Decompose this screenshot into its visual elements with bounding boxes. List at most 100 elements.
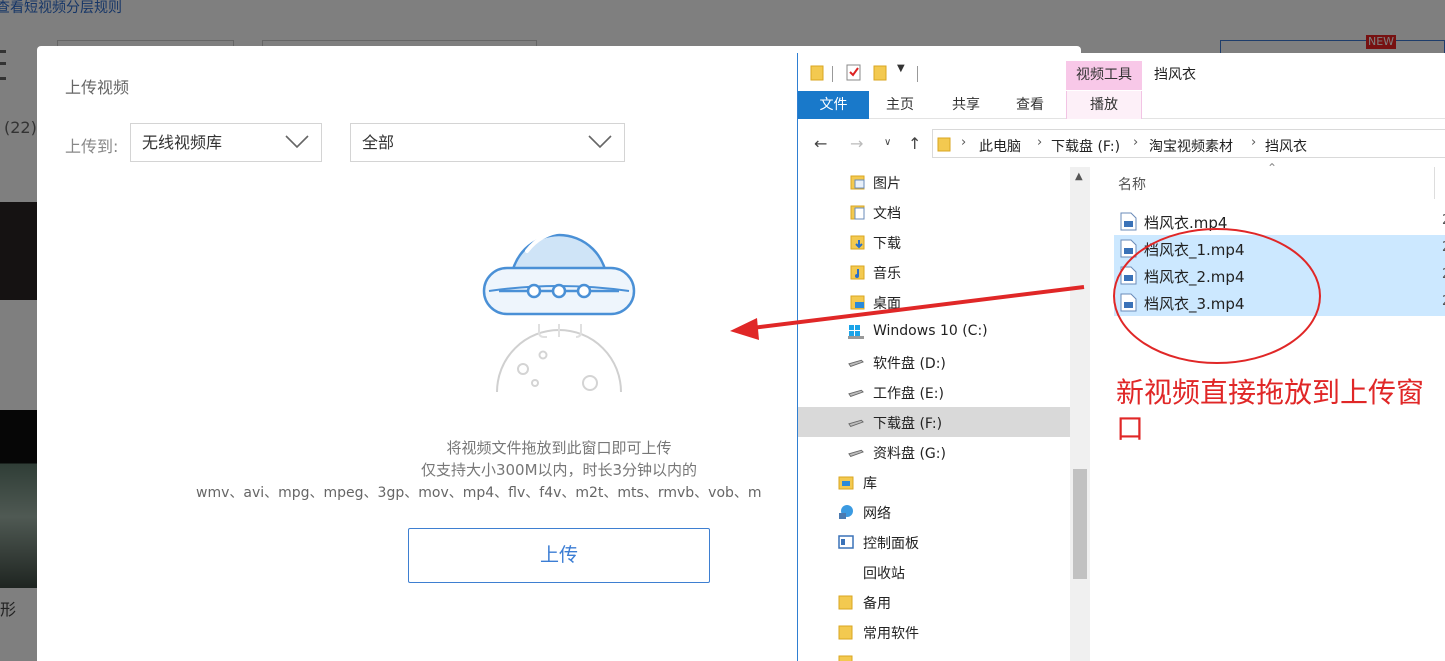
file-row-selected[interactable]: 档风衣_2.mp4 2	[1114, 262, 1445, 289]
breadcrumb-separator-icon: ›	[1251, 135, 1257, 150]
nav-item-documents[interactable]: 文档	[798, 197, 1070, 227]
recent-locations-icon[interactable]: ∨	[884, 137, 891, 148]
customize-toolbar-icon[interactable]: ▼	[897, 63, 905, 74]
file-row-selected[interactable]: 档风衣_3.mp4 2	[1114, 289, 1445, 316]
downloads-folder-icon	[850, 235, 865, 250]
file-name: 档风衣_1.mp4	[1144, 241, 1245, 259]
file-name: 档风衣_2.mp4	[1144, 268, 1245, 286]
documents-folder-icon	[850, 205, 865, 220]
drive-icon	[848, 449, 864, 457]
video-file-icon	[1120, 212, 1137, 231]
file-name: 档风衣.mp4	[1144, 214, 1228, 232]
nav-item-label: 下载	[873, 236, 901, 252]
chevron-down-icon	[588, 135, 612, 149]
control-panel-icon	[838, 535, 854, 549]
folder-icon	[838, 625, 853, 640]
windows-drive-icon	[848, 325, 864, 339]
file-explorer-window: ▼ 视频工具 挡风衣 文件 主页 共享 查看 播放 ← → ∨ ↑ › 此电脑 …	[797, 53, 1445, 661]
breadcrumb-taobao-videos[interactable]: 淘宝视频素材	[1149, 136, 1233, 156]
nav-item-drive-e[interactable]: 工作盘 (E:)	[798, 377, 1070, 407]
nav-item-partial[interactable]	[798, 647, 1070, 661]
chevron-down-icon	[285, 135, 309, 149]
nav-item-control-panel[interactable]: 控制面板	[798, 527, 1070, 557]
folder-icon	[838, 655, 853, 661]
ribbon-tabs: 文件 主页 共享 查看 播放	[798, 91, 1445, 119]
nav-item-pictures[interactable]: 图片	[798, 167, 1070, 197]
music-folder-icon	[850, 265, 865, 280]
nav-item-label: 库	[863, 476, 877, 492]
drive-icon	[848, 359, 864, 367]
dialog-title: 上传视频	[65, 78, 130, 97]
drive-icon	[848, 389, 864, 397]
nav-item-label: Windows 10 (C:)	[873, 323, 988, 339]
category-select-value: 全部	[362, 133, 395, 152]
video-file-icon	[1120, 239, 1137, 258]
folder-icon	[937, 137, 951, 152]
nav-item-label: 桌面	[873, 296, 901, 312]
nav-item-network[interactable]: 网络	[798, 497, 1070, 527]
nav-item-label: 资料盘 (G:)	[873, 446, 946, 462]
nav-item-drive-g[interactable]: 资料盘 (G:)	[798, 437, 1070, 467]
nav-pane-scrollbar[interactable]: ▲	[1070, 167, 1090, 661]
up-arrow-icon[interactable]: ↑	[908, 134, 921, 153]
address-bar-row: ← → ∨ ↑ › 此电脑 › 下载盘 (F:) › 淘宝视频素材 › 挡风衣	[798, 129, 1445, 159]
column-header-name[interactable]: 名称	[1118, 174, 1146, 194]
desktop-folder-icon	[850, 295, 865, 310]
breadcrumb-drive-f[interactable]: 下载盘 (F:)	[1051, 136, 1120, 156]
nav-item-label: 备用	[863, 596, 891, 612]
nav-item-recycle-bin[interactable]: 回收站	[798, 557, 1070, 587]
network-icon	[839, 505, 853, 519]
tab-play[interactable]: 播放	[1066, 91, 1142, 119]
column-divider[interactable]	[1434, 167, 1435, 199]
breadcrumb-separator-icon: ›	[1037, 135, 1043, 150]
nav-item-label: 网络	[863, 506, 891, 522]
forward-arrow-icon[interactable]: →	[850, 134, 863, 153]
nav-item-label: 回收站	[863, 566, 905, 582]
scroll-up-icon[interactable]: ▲	[1075, 171, 1083, 182]
nav-item-label: 图片	[873, 176, 901, 192]
nav-item-label: 软件盘 (D:)	[873, 356, 946, 372]
nav-item-libraries[interactable]: 库	[798, 467, 1070, 497]
properties-icon[interactable]	[846, 63, 862, 81]
supported-formats-text: wmv、avi、mpg、mpeg、3gp、mov、mp4、flv、f4v、m2t…	[196, 485, 762, 501]
window-title: 挡风衣	[1154, 67, 1196, 83]
nav-item-drive-d[interactable]: 软件盘 (D:)	[798, 347, 1070, 377]
nav-item-label: 控制面板	[863, 536, 919, 552]
nav-item-music[interactable]: 音乐	[798, 257, 1070, 287]
library-select-value: 无线视频库	[142, 133, 223, 152]
toolbar-divider	[917, 66, 918, 82]
nav-item-drive-f[interactable]: 下载盘 (F:)	[798, 407, 1070, 437]
nav-item-drive-c[interactable]: Windows 10 (C:)	[798, 317, 1070, 347]
address-bar[interactable]: › 此电脑 › 下载盘 (F:) › 淘宝视频素材 › 挡风衣	[932, 129, 1445, 158]
tab-view[interactable]: 查看	[1008, 91, 1052, 119]
back-arrow-icon[interactable]: ←	[814, 134, 827, 153]
video-tools-context-tab: 视频工具	[1066, 61, 1142, 90]
file-row[interactable]: 档风衣.mp4 2	[1114, 208, 1445, 235]
nav-item-label: 常用软件	[863, 626, 919, 642]
video-file-icon	[1120, 266, 1137, 285]
breadcrumb-this-pc[interactable]: 此电脑	[979, 136, 1021, 156]
scrollbar-thumb[interactable]	[1073, 469, 1087, 579]
nav-item-label: 音乐	[873, 266, 901, 282]
breadcrumb-current-folder[interactable]: 挡风衣	[1265, 136, 1307, 156]
tab-home[interactable]: 主页	[878, 91, 922, 119]
nav-item-downloads[interactable]: 下载	[798, 227, 1070, 257]
sort-ascending-icon: ⌃	[1267, 161, 1278, 175]
drag-drop-annotation: 新视频直接拖放到上传窗口	[1116, 376, 1425, 445]
file-row-selected[interactable]: 档风衣_1.mp4 2	[1114, 235, 1445, 262]
library-select[interactable]: 无线视频库	[130, 123, 322, 162]
drive-icon	[848, 419, 864, 427]
category-select[interactable]: 全部	[350, 123, 625, 162]
nav-item-label: 文档	[873, 206, 901, 222]
upload-button[interactable]: 上传	[408, 528, 710, 583]
breadcrumb-separator-icon: ›	[961, 135, 967, 150]
nav-item-label: 下载盘 (F:)	[873, 416, 943, 432]
tab-file[interactable]: 文件	[798, 91, 869, 119]
nav-item-common-software[interactable]: 常用软件	[798, 617, 1070, 647]
tab-share[interactable]: 共享	[944, 91, 988, 119]
folder-icon[interactable]	[810, 63, 824, 81]
nav-item-backup[interactable]: 备用	[798, 587, 1070, 617]
breadcrumb-separator-icon: ›	[1133, 135, 1139, 150]
nav-item-desktop[interactable]: 桌面	[798, 287, 1070, 317]
new-folder-icon[interactable]	[873, 63, 887, 81]
